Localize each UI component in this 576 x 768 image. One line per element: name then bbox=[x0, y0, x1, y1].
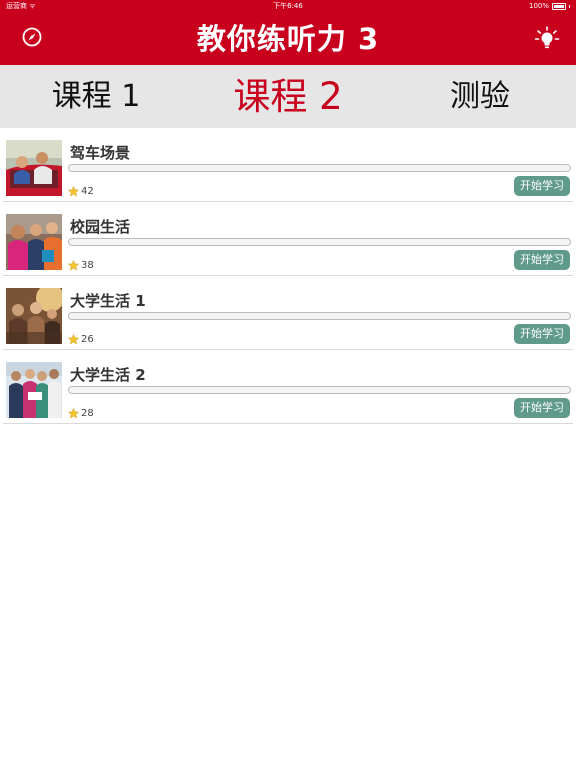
lesson-title: 大学生活 1 bbox=[70, 292, 146, 310]
lesson-row[interactable]: 大学生活 1 26 开始学习 bbox=[3, 276, 573, 350]
battery-status: 100% bbox=[529, 0, 570, 12]
page-title: 教你练听力 3 bbox=[196, 22, 380, 56]
start-learning-button[interactable]: 开始学习 bbox=[514, 176, 570, 196]
star-count: 26 bbox=[68, 334, 94, 345]
lesson-row[interactable]: 驾车场景 42 开始学习 bbox=[3, 128, 573, 202]
tab-course-1[interactable]: 课程 1 bbox=[0, 65, 192, 128]
lesson-title: 驾车场景 bbox=[70, 144, 131, 162]
lesson-row[interactable]: 大学生活 2 28 开始学习 bbox=[3, 350, 573, 424]
star-icon bbox=[68, 334, 79, 345]
battery-percent: 100% bbox=[528, 2, 549, 10]
lesson-progress-bar bbox=[68, 164, 571, 172]
course-tabs: 课程 1 课程 2 测验 bbox=[0, 65, 576, 128]
star-count: 38 bbox=[68, 260, 94, 271]
start-learning-button[interactable]: 开始学习 bbox=[514, 250, 570, 270]
star-icon bbox=[68, 260, 79, 271]
lesson-row[interactable]: 校园生活 38 开始学习 bbox=[3, 202, 573, 276]
app-header: 运营商 ᯤ 下午6:46 100% 教你练听力 3 bbox=[0, 0, 576, 65]
lesson-thumbnail bbox=[6, 288, 62, 344]
star-count: 28 bbox=[68, 408, 94, 419]
lesson-progress-bar bbox=[68, 386, 571, 394]
status-bar: 运营商 ᯤ 下午6:46 100% bbox=[0, 0, 576, 12]
lesson-thumbnail bbox=[6, 140, 62, 196]
lesson-thumbnail bbox=[6, 214, 62, 270]
star-count: 42 bbox=[68, 186, 94, 197]
tab-quiz[interactable]: 测验 bbox=[384, 65, 576, 128]
star-count-value: 42 bbox=[81, 186, 94, 197]
star-count-value: 26 bbox=[81, 334, 94, 345]
lesson-progress-bar bbox=[68, 238, 571, 246]
status-time: 下午6:46 bbox=[273, 2, 303, 10]
lesson-thumbnail bbox=[6, 362, 62, 418]
star-icon bbox=[68, 186, 79, 197]
battery-icon bbox=[552, 2, 566, 10]
lesson-progress-bar bbox=[68, 312, 571, 320]
lightbulb-icon[interactable] bbox=[534, 25, 560, 51]
lesson-list: 驾车场景 42 开始学习 校园生活 38 开始学习 大学生活 1 26 开始学习… bbox=[0, 128, 576, 424]
lesson-title: 大学生活 2 bbox=[70, 366, 146, 384]
star-icon bbox=[68, 408, 79, 419]
star-count-value: 28 bbox=[81, 408, 94, 419]
star-count-value: 38 bbox=[81, 260, 94, 271]
lesson-title: 校园生活 bbox=[70, 218, 131, 236]
start-learning-button[interactable]: 开始学习 bbox=[514, 324, 570, 344]
start-learning-button[interactable]: 开始学习 bbox=[514, 398, 570, 418]
tab-course-2[interactable]: 课程 2 bbox=[192, 65, 384, 128]
